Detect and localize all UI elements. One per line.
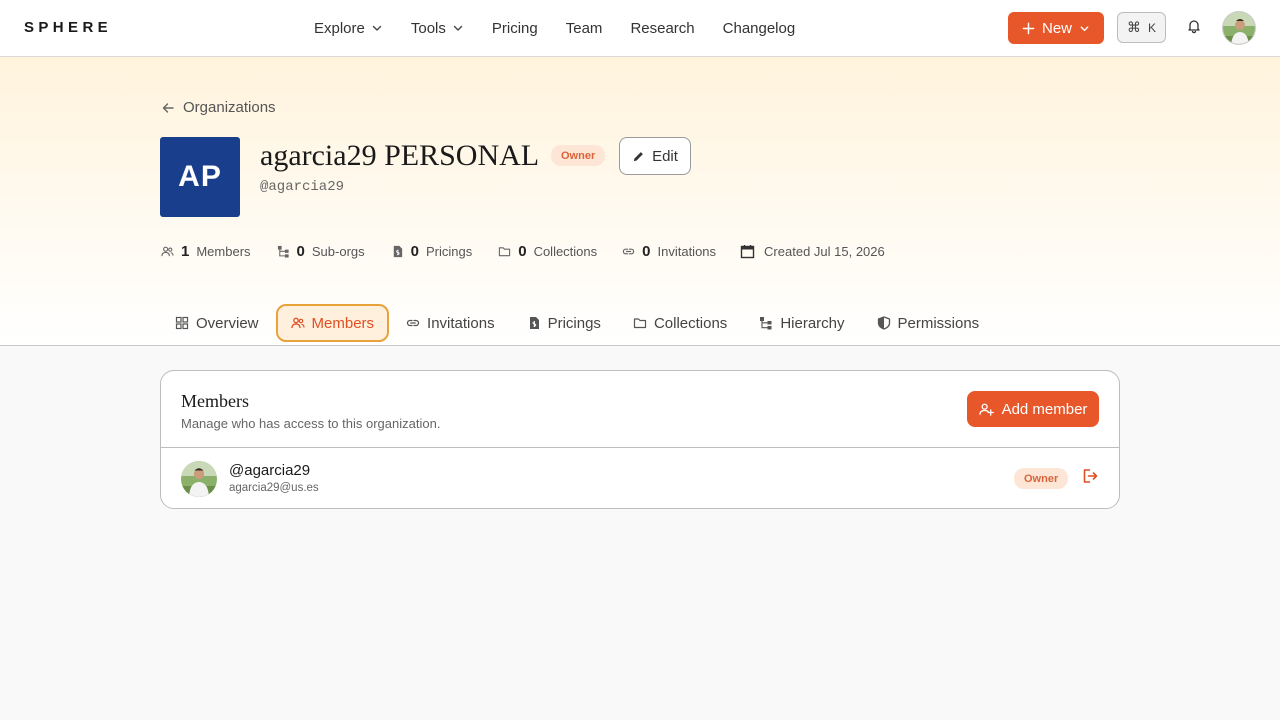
add-member-button[interactable]: Add member (967, 391, 1099, 427)
avatar-photo-icon (181, 461, 217, 497)
nav-item-label: Pricing (491, 19, 538, 37)
nav-item-label: Explore (314, 19, 365, 37)
status-badge: Owner (551, 145, 606, 166)
nav-item-team[interactable]: Team (566, 20, 603, 37)
calendar-icon (740, 244, 755, 258)
org-stats: 1 Members 0 Sub-orgs 0 Pricings 0 Collec… (161, 241, 885, 261)
stat-count: 0 (642, 242, 651, 260)
file-dollar-icon (529, 317, 539, 329)
back-to-organizations-link[interactable]: Organizations (161, 99, 276, 116)
stat-members: 1 Members (161, 243, 251, 260)
org-avatar: AP (160, 137, 240, 217)
chevron-down-icon (1080, 25, 1089, 31)
stat-count: 0 (410, 242, 419, 260)
members-card-header: Members Manage who has access to this or… (161, 371, 1119, 448)
avatar-photo-icon (1223, 12, 1255, 44)
new-button-label: New (1041, 19, 1072, 37)
brand-logo[interactable]: SPHERE (24, 19, 112, 36)
stat-suborgs: 0 Sub-orgs (277, 243, 365, 260)
nav-item-explore[interactable]: Explore (314, 20, 383, 37)
hierarchy-icon (277, 245, 289, 258)
chevron-down-icon (372, 25, 382, 31)
member-email: agarcia29@us.es (229, 482, 319, 494)
nav-item-label: Tools (410, 19, 446, 37)
new-button[interactable]: New (1008, 12, 1104, 44)
table-row: @agarcia29 agarcia29@us.es Owner (161, 449, 1119, 508)
tab-collections[interactable]: Collections (618, 304, 742, 342)
tab-label: Invitations (427, 314, 495, 332)
members-card-title: Members (181, 391, 249, 411)
tab-label: Pricings (547, 314, 601, 332)
nav-item-pricing[interactable]: Pricing (492, 20, 538, 37)
users-icon (161, 246, 174, 256)
file-dollar-icon (393, 245, 402, 257)
link-icon (406, 319, 420, 327)
org-initials: AP (178, 160, 222, 193)
page-title: agarcia29 PERSONAL (260, 139, 540, 172)
tab-permissions[interactable]: Permissions (862, 304, 995, 342)
tab-label: Hierarchy (780, 314, 845, 332)
stat-label: Members (196, 243, 251, 259)
plus-icon (1022, 22, 1035, 34)
stat-count: 1 (181, 242, 190, 260)
users-icon (290, 317, 305, 329)
tab-overview[interactable]: Overview (160, 304, 274, 342)
members-card-subtitle: Manage who has access to this organizati… (181, 416, 441, 431)
command-palette-button[interactable]: ⌘ K (1117, 12, 1166, 43)
tab-label: Members (311, 314, 375, 332)
stat-label: Sub-orgs (311, 243, 365, 259)
nav-item-changelog[interactable]: Changelog (723, 20, 796, 37)
org-header: Organizations AP agarcia29 PERSONAL Owne… (0, 57, 1280, 346)
tab-pricings[interactable]: Pricings (512, 304, 616, 342)
org-handle: @agarcia29 (260, 179, 345, 195)
nav-item-label: Changelog (722, 19, 796, 37)
grid-icon (175, 316, 189, 330)
tab-label: Overview (196, 314, 259, 332)
link-icon (622, 248, 635, 254)
top-nav-bar: SPHERE Explore Tools Pricing Team Resear… (0, 0, 1280, 57)
main-nav: Explore Tools Pricing Team Research Chan… (314, 0, 823, 56)
tab-hierarchy[interactable]: Hierarchy (744, 304, 859, 342)
stat-count: 0 (518, 242, 527, 260)
folder-icon (499, 246, 511, 256)
leave-icon[interactable] (1081, 467, 1099, 485)
nav-item-tools[interactable]: Tools (411, 20, 464, 37)
stat-invitations: 0 Invitations (622, 243, 716, 260)
stat-collections: 0 Collections (498, 243, 597, 260)
stat-created: Created Jul 15, 2026 (740, 244, 885, 259)
nav-item-label: Team (565, 19, 603, 37)
members-card: Members Manage who has access to this or… (160, 370, 1120, 509)
stat-pricings: 0 Pricings (391, 242, 473, 260)
org-tabs: Overview Members Invitations Pricings Co… (160, 304, 996, 342)
user-avatar[interactable] (1222, 11, 1256, 45)
tab-label: Collections (653, 314, 728, 332)
created-date: Created Jul 15, 2026 (764, 243, 885, 259)
tab-members[interactable]: Members (275, 304, 390, 342)
edit-button[interactable]: Edit (619, 137, 691, 175)
user-plus-icon (978, 403, 994, 416)
folder-icon (633, 318, 647, 329)
member-handle: @agarcia29 (229, 462, 311, 479)
bell-icon[interactable] (1186, 18, 1202, 34)
avatar (181, 461, 217, 497)
stat-label: Collections (533, 243, 598, 259)
chevron-down-icon (453, 25, 463, 31)
shield-icon (877, 316, 890, 330)
command-key-icon: ⌘ (1126, 19, 1141, 35)
nav-item-label: Research (630, 19, 695, 37)
tab-invitations[interactable]: Invitations (391, 304, 510, 342)
stat-count: 0 (296, 242, 305, 260)
status-badge: Owner (1014, 468, 1069, 489)
tab-label: Permissions (897, 314, 980, 332)
hierarchy-icon (760, 317, 772, 330)
stat-label: Pricings (425, 243, 473, 259)
back-link-label: Organizations (183, 99, 276, 116)
stat-label: Invitations (657, 243, 717, 259)
arrow-left-icon (162, 102, 174, 113)
shortcut-key: K (1147, 20, 1156, 35)
nav-item-research[interactable]: Research (630, 20, 694, 37)
edit-button-label: Edit (652, 147, 678, 165)
pencil-icon (633, 151, 643, 161)
add-member-label: Add member (1001, 400, 1088, 418)
